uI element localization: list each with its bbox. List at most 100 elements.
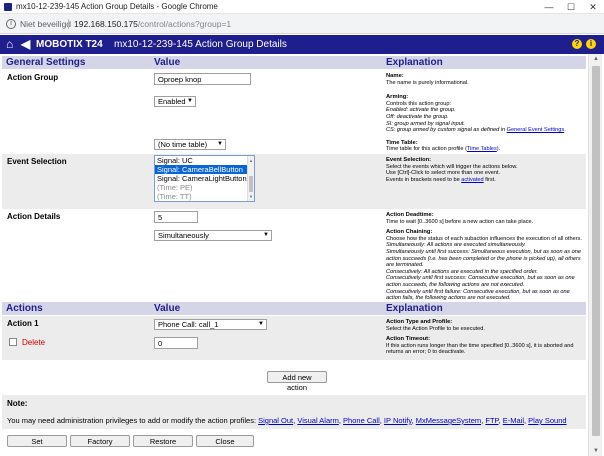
- event-selection-explanation: Event Selection: Select the events which…: [386, 157, 584, 183]
- note-text: You may need administration privileges t…: [7, 416, 257, 425]
- chaining-value: Simultaneously: [158, 231, 209, 240]
- window-controls: — ☐ ✕: [538, 0, 604, 14]
- expl-arming-line: Controls this action group:: [386, 100, 451, 107]
- note-section: Note: You may need administration privil…: [2, 395, 586, 429]
- event-selection-label: Event Selection: [7, 157, 67, 166]
- address-separator: [68, 19, 69, 29]
- expl-timeout-title: Action Timeout:: [386, 336, 431, 343]
- col-explanation: Explanation: [386, 303, 443, 314]
- close-window-button[interactable]: ✕: [582, 0, 604, 14]
- expl-name-text: The name is purely informational.: [386, 79, 469, 86]
- brand-name: MOBOTIX T24: [36, 39, 103, 50]
- signal-out-link[interactable]: Signal Out: [258, 416, 293, 425]
- play-sound-link[interactable]: Play Sound: [528, 416, 566, 425]
- info-help-icon[interactable]: i: [586, 39, 596, 49]
- event-option-selected[interactable]: Signal: CameraBellButton: [155, 165, 254, 174]
- action-1-explanation: Action Type and Profile: Select the Actio…: [386, 319, 584, 356]
- scroll-up-icon[interactable]: ▲: [589, 56, 603, 62]
- expl-arming-line: Enabled: activate the group.: [386, 107, 456, 114]
- maximize-button[interactable]: ☐: [560, 0, 582, 14]
- expl-name-title: Name:: [386, 73, 404, 79]
- expl-time-text: Time table for this action profile (: [386, 146, 467, 153]
- expl-event-end: first.: [485, 176, 496, 183]
- event-option[interactable]: (Time: TT): [155, 192, 254, 201]
- listbox-scrollbar[interactable]: ▲ ▼: [247, 156, 254, 201]
- group-name-input[interactable]: [154, 73, 251, 85]
- visual-alarm-link[interactable]: Visual Alarm: [297, 416, 339, 425]
- event-selection-row: Event Selection Signal: UC Signal: Camer…: [2, 154, 586, 209]
- timetable-select[interactable]: (No time table) ▼: [154, 139, 226, 150]
- arming-select[interactable]: Enabled ▼: [154, 96, 196, 107]
- expl-arming-line: Off: deactivate the group.: [386, 113, 449, 120]
- delete-label[interactable]: Delete: [22, 338, 45, 347]
- address-bar[interactable]: i Niet beveiligd 192.168.150.175/control…: [0, 14, 604, 34]
- url-text[interactable]: 192.168.150.175/control/actions?group=1: [74, 14, 231, 34]
- action-1-label: Action 1: [7, 319, 39, 328]
- activated-link[interactable]: activated: [461, 177, 483, 183]
- url-path: /control/actions?group=1: [137, 19, 232, 29]
- add-new-action-button[interactable]: Add new action: [267, 371, 327, 392]
- email-link[interactable]: E-Mail: [503, 416, 524, 425]
- set-button[interactable]: Set: [7, 435, 67, 447]
- listbox-scroll-thumb[interactable]: [249, 176, 253, 192]
- expl-chaining-line: Consecutively until first failure: Conse…: [386, 288, 570, 302]
- expl-deadtime-text: Time to wait [0..3600 s] before a new ac…: [386, 218, 534, 225]
- minimize-button[interactable]: —: [538, 0, 560, 14]
- add-action-row: Add new action: [2, 360, 586, 392]
- help-icon[interactable]: ?: [572, 39, 582, 49]
- chaining-select[interactable]: Simultaneously ▼: [154, 230, 272, 241]
- expl-chaining-line: Consecutively: All actions are executed …: [386, 268, 538, 275]
- expl-event-line: Select the events which will trigger the…: [386, 163, 518, 170]
- event-option[interactable]: (Time: PE): [155, 183, 254, 192]
- home-icon[interactable]: ⌂: [6, 38, 13, 51]
- page-scroll-thumb[interactable]: [592, 66, 600, 436]
- ftp-link[interactable]: FTP: [485, 416, 498, 425]
- expl-time-end: ).: [496, 146, 501, 153]
- event-listbox[interactable]: Signal: UC Signal: CameraBellButton Sign…: [154, 155, 255, 202]
- note-title: Note:: [7, 399, 28, 408]
- scroll-down-icon[interactable]: ▼: [248, 192, 254, 201]
- expl-chaining-line: Simultaneously: All actions are executed…: [386, 242, 526, 249]
- expl-event-line: Events in brackets need to be: [386, 176, 460, 183]
- event-option[interactable]: Signal: UC: [155, 156, 254, 165]
- action-group-explanation: Name: The name is purely informational. A…: [386, 73, 566, 153]
- action-details-row: Action Details Simultaneously ▼ Action De…: [2, 209, 586, 302]
- timetable-value: (No time table): [158, 140, 208, 149]
- expl-chaining-title: Action Chaining:: [386, 229, 433, 236]
- phone-call-link[interactable]: Phone Call: [343, 416, 380, 425]
- mxmessagesystem-link[interactable]: MxMessageSystem: [416, 416, 481, 425]
- expl-arming-line: SI: group armed by signal input.: [386, 120, 465, 127]
- chevron-down-icon: ▼: [258, 321, 264, 327]
- ip-notify-link[interactable]: IP Notify: [384, 416, 412, 425]
- factory-button[interactable]: Factory: [70, 435, 130, 447]
- col-actions: Actions: [6, 303, 43, 314]
- action-1-row: Action 1 Phone Call: call_1 ▼ Delete Acti…: [2, 316, 586, 360]
- general-event-settings-link[interactable]: General Event Settings: [507, 127, 565, 133]
- deadtime-input[interactable]: [154, 211, 198, 223]
- expl-event-line: Use [Ctrl]-Click to select more than one…: [386, 170, 501, 177]
- chevron-down-icon: ▼: [217, 141, 223, 147]
- col-general-settings: General Settings: [6, 57, 86, 68]
- scroll-up-icon[interactable]: ▲: [248, 156, 254, 165]
- page-scrollbar[interactable]: ▲ ▼: [588, 54, 602, 456]
- timeout-input[interactable]: [154, 337, 198, 349]
- delete-checkbox[interactable]: [9, 338, 17, 346]
- close-button[interactable]: Close: [196, 435, 254, 447]
- back-arrow-icon[interactable]: ◀: [21, 38, 30, 51]
- arming-value: Enabled: [158, 97, 186, 106]
- expl-chaining-line: Choose how the status of each subaction …: [386, 235, 582, 242]
- scroll-down-icon[interactable]: ▼: [589, 448, 603, 454]
- security-status[interactable]: Niet beveiligd: [20, 14, 71, 34]
- restore-button[interactable]: Restore: [133, 435, 193, 447]
- time-tables-link[interactable]: Time Tables: [467, 146, 497, 152]
- page-title: mx10-12-239-145 Action Group Details: [114, 39, 287, 50]
- action-profile-select[interactable]: Phone Call: call_1 ▼: [154, 319, 267, 330]
- expl-deadtime-title: Action Deadtime:: [386, 212, 434, 218]
- mobotix-favicon-icon: [4, 3, 12, 11]
- action-group-row: Action Group Enabled▼ (No time table)▼ N…: [2, 70, 586, 154]
- action-details-label: Action Details: [7, 212, 61, 221]
- actions-header: Actions Value Explanation: [2, 302, 586, 315]
- event-option[interactable]: Signal: CameraLightButton: [155, 174, 254, 183]
- expl-chaining-line: Simultaneously until first success: Simu…: [386, 248, 581, 269]
- info-icon[interactable]: i: [6, 19, 16, 29]
